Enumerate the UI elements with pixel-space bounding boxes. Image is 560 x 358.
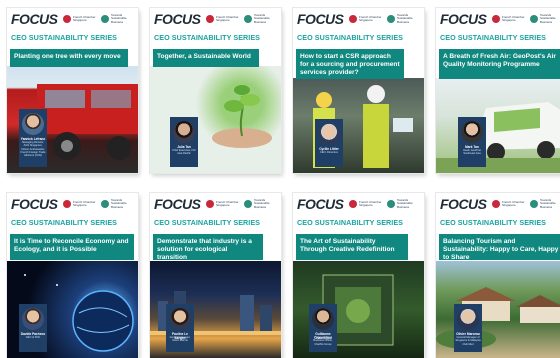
speaker-role: Partner & Chief Business Officer, ChatSG… (313, 336, 333, 346)
focus-logo: FOCUS (440, 196, 487, 212)
card-title[interactable]: The Art of Sustainability Through Creati… (296, 234, 408, 260)
partner-logo: French Chamber Singapore (206, 13, 240, 25)
speaker-avatar (173, 121, 195, 143)
speaker-avatar (169, 308, 191, 330)
speaker-avatar (318, 123, 340, 145)
van-illustration (436, 102, 560, 173)
speaker-panel: Yannick Lefranc Managing Director, AGS S… (19, 109, 47, 167)
series-label: CEO SUSTAINABILITY SERIES (154, 218, 261, 227)
speaker-panel: Davide Pacheco CEO of FNC (19, 304, 47, 352)
series-label: CEO SUSTAINABILITY SERIES (11, 218, 118, 227)
speaker-panel: Cyrille Littler CEO, Dimontox (315, 119, 343, 167)
card-header: FOCUS French Chamber Singapore Towards S… (436, 8, 560, 30)
partner-logo: Towards Sustainable Business (387, 13, 421, 25)
article-card[interactable]: FOCUS French Chamber Singapore Towards S… (150, 8, 281, 173)
series-label: CEO SUSTAINABILITY SERIES (440, 33, 547, 42)
series-label: CEO SUSTAINABILITY SERIES (297, 33, 404, 42)
card-title[interactable]: Planting one tree with every move (10, 49, 128, 67)
article-card[interactable]: FOCUS French Chamber Singapore Towards S… (293, 193, 424, 358)
focus-logo: FOCUS (11, 11, 58, 27)
card-header: FOCUS French Chamber Singapore Towards S… (150, 8, 281, 30)
partner-logo: French Chamber Singapore (63, 198, 97, 210)
focus-logo: FOCUS (154, 11, 201, 27)
partner-logo: French Chamber Singapore (349, 198, 383, 210)
article-card[interactable]: FOCUS French Chamber Singapore Towards S… (293, 8, 424, 173)
speaker-role: Head, GeoPost Southeast Asia (463, 149, 481, 156)
speaker-role: CEO of FNC (25, 336, 41, 339)
series-label: CEO SUSTAINABILITY SERIES (297, 218, 404, 227)
speaker-role: General Manager of Singapore & Malaysia … (455, 336, 481, 346)
card-header: FOCUS French Chamber Singapore Towards S… (7, 193, 138, 215)
card-header: FOCUS French Chamber Singapore Towards S… (293, 8, 424, 30)
partner-logo: French Chamber Singapore (63, 13, 97, 25)
article-card[interactable]: FOCUS French Chamber Singapore Towards S… (150, 193, 281, 358)
speaker-role: General Manager, Solvin Marine (169, 336, 191, 343)
card-title[interactable]: A Breath of Fresh Air: GeoPost's Air Qua… (439, 49, 560, 79)
speaker-panel: Julia Tan Chief Executive, ISC Asia Paci… (170, 117, 198, 167)
card-title[interactable]: Balancing Tourism and Sustainability: Ha… (439, 234, 560, 261)
speaker-role: Managing Director, AGS Singapore; Citize… (20, 141, 46, 158)
card-header: FOCUS French Chamber Singapore Towards S… (293, 193, 424, 215)
card-header: FOCUS French Chamber Singapore Towards S… (150, 193, 281, 215)
cover-image (436, 78, 560, 173)
series-label: CEO SUSTAINABILITY SERIES (11, 33, 118, 42)
cover-image (293, 78, 424, 173)
series-label: CEO SUSTAINABILITY SERIES (440, 218, 547, 227)
partner-logo: Towards Sustainable Business (387, 198, 421, 210)
focus-logo: FOCUS (297, 196, 344, 212)
partner-logo: Towards Sustainable Business (244, 198, 278, 210)
speaker-avatar (22, 308, 44, 330)
article-card[interactable]: FOCUS French Chamber Singapore Towards S… (436, 8, 560, 173)
speaker-panel: Mark Tan Head, GeoPost Southeast Asia (458, 117, 486, 167)
card-header: FOCUS French Chamber Singapore Towards S… (436, 193, 560, 215)
card-title[interactable]: Demonstrate that industry is a solution … (153, 234, 263, 261)
speaker-avatar (312, 308, 334, 330)
speaker-avatar (457, 308, 479, 330)
partner-logo: Towards Sustainable Business (101, 13, 135, 25)
card-title[interactable]: Together, a Sustainable World (153, 49, 259, 67)
article-card[interactable]: FOCUS French Chamber Singapore Towards S… (436, 193, 560, 358)
speaker-panel: Guillaume Chatelilhou Partner & Chief Bu… (309, 304, 337, 352)
focus-logo: FOCUS (440, 11, 487, 27)
speaker-panel: Olivier Marceau General Manager of Singa… (454, 304, 482, 352)
speaker-role: CEO, Dimontox (319, 151, 339, 154)
speaker-avatar (22, 113, 44, 135)
partner-logo: French Chamber Singapore (492, 198, 526, 210)
card-header: FOCUS French Chamber Singapore Towards S… (7, 8, 138, 30)
speaker-avatar (461, 121, 483, 143)
card-title[interactable]: How to start a CSR approach for a sourci… (296, 49, 404, 79)
partner-logo: Towards Sustainable Business (101, 198, 135, 210)
partner-logo: Towards Sustainable Business (530, 198, 560, 210)
article-card[interactable]: FOCUS French Chamber Singapore Towards S… (7, 8, 138, 173)
partner-logo: French Chamber Singapore (492, 13, 526, 25)
speaker-panel: Pauline Le Bargen General Manager, Solvi… (166, 304, 194, 352)
partner-logo: French Chamber Singapore (349, 13, 383, 25)
article-card[interactable]: FOCUS French Chamber Singapore Towards S… (7, 193, 138, 358)
series-label: CEO SUSTAINABILITY SERIES (154, 33, 261, 42)
partner-logo: Towards Sustainable Business (530, 13, 560, 25)
speaker-role: Chief Executive, ISC Asia Pacific (172, 149, 196, 156)
focus-logo: FOCUS (297, 11, 344, 27)
partner-logo: French Chamber Singapore (206, 198, 240, 210)
card-title[interactable]: It is Time to Reconcile Economy and Ecol… (10, 234, 134, 260)
focus-logo: FOCUS (11, 196, 58, 212)
workers-illustration (313, 85, 413, 168)
partner-logo: Towards Sustainable Business (244, 13, 278, 25)
focus-logo: FOCUS (154, 196, 201, 212)
